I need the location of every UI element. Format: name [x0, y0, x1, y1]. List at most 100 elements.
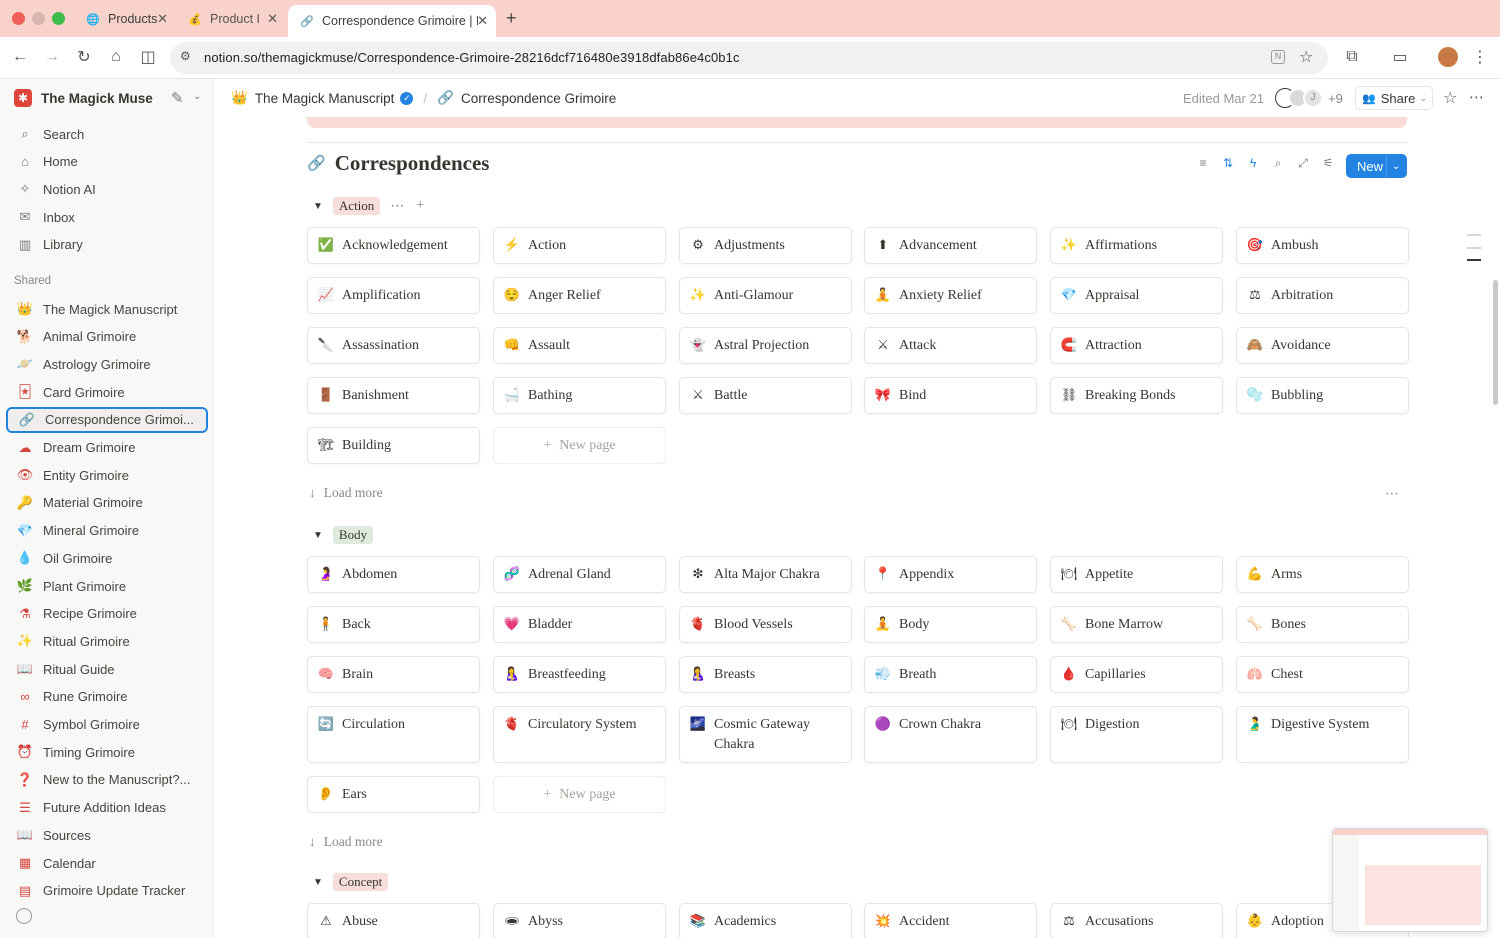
database-card[interactable]: 🎯 Ambush — [1236, 227, 1409, 264]
sidebar-page-7[interactable]: 👁 Entity Grimoire — [6, 462, 208, 488]
sidebar-item-library[interactable]: ▥ Library — [6, 232, 208, 258]
database-card[interactable]: 🍽 Appetite — [1050, 556, 1223, 593]
database-card[interactable]: 🚪 Banishment — [307, 377, 480, 414]
breadcrumb-current[interactable]: Correspondence Grimoire — [461, 91, 616, 106]
sidebar-page-13[interactable]: ✨ Ritual Grimoire — [6, 628, 208, 654]
database-card[interactable]: 🧠 Brain — [307, 656, 480, 693]
settings-icon[interactable]: ⚟ — [1320, 155, 1336, 171]
scrollbar-track[interactable] — [1491, 79, 1500, 938]
database-card[interactable]: ⚔ Attack — [864, 327, 1037, 364]
more-icon[interactable]: ⋯ — [390, 198, 404, 215]
database-card[interactable]: ⚙ Adjustments — [679, 227, 852, 264]
close-window-button[interactable] — [12, 12, 25, 25]
database-card[interactable]: ⚡ Action — [493, 227, 666, 264]
database-card[interactable]: 🍽 Digestion — [1050, 706, 1223, 763]
database-card[interactable]: ✨ Affirmations — [1050, 227, 1223, 264]
database-card[interactable]: 🧬 Adrenal Gland — [493, 556, 666, 593]
database-card[interactable]: 💪 Arms — [1236, 556, 1409, 593]
database-card[interactable]: ⛓ Breaking Bonds — [1050, 377, 1223, 414]
database-card[interactable]: 🧘 Anxiety Relief — [864, 277, 1037, 314]
breadcrumb-parent[interactable]: The Magick Manuscript — [255, 91, 395, 106]
browser-tab-correspondence[interactable]: 🔗 Correspondence Grimoire | N ✕ — [288, 5, 496, 37]
forward-icon[interactable]: → — [42, 47, 62, 67]
sidebar-page-11[interactable]: 🌿 Plant Grimoire — [6, 573, 208, 599]
collaborator-avatars[interactable]: J — [1275, 88, 1335, 108]
sidebar-page-1[interactable]: 👑 The Magick Manuscript — [6, 296, 208, 322]
automation-icon[interactable]: ϟ — [1245, 155, 1261, 171]
sidebar-page-8[interactable]: 🔑 Material Grimoire — [6, 490, 208, 516]
sidebar-page-16[interactable]: # Symbol Grimoire — [6, 712, 208, 738]
load-more-button[interactable]: ↓ Load more — [307, 834, 383, 850]
address-bar[interactable]: ⚙ notion.so/themagickmuse/Correspondence… — [170, 42, 1328, 74]
close-tab-icon[interactable]: ✕ — [477, 13, 488, 29]
database-card[interactable]: 📍 Appendix — [864, 556, 1037, 593]
group-tag[interactable]: Concept — [332, 873, 389, 891]
database-card[interactable]: 👂 Ears — [307, 776, 480, 813]
sidebar-page-9[interactable]: 💎 Mineral Grimoire — [6, 518, 208, 544]
database-card[interactable]: 🤰 Abdomen — [307, 556, 480, 593]
database-card[interactable]: 🙈 Avoidance — [1236, 327, 1409, 364]
database-card[interactable]: 💎 Appraisal — [1050, 277, 1223, 314]
chevron-down-icon[interactable]: ⌄ — [193, 91, 201, 102]
home-icon[interactable]: ⌂ — [106, 47, 126, 67]
sidebar-item-search[interactable]: ⌕ Search — [6, 121, 208, 147]
sidebar-item-inbox[interactable]: ✉ Inbox — [6, 204, 208, 230]
share-button[interactable]: 👥 Share ⌄ — [1355, 86, 1433, 110]
new-entry-button[interactable]: New ⌄ — [1346, 154, 1407, 178]
database-card[interactable]: 🔄 Circulation — [307, 706, 480, 763]
reload-icon[interactable]: ↻ — [74, 47, 94, 67]
maximize-window-button[interactable] — [52, 12, 65, 25]
database-card[interactable]: 🧍 Back — [307, 606, 480, 643]
database-card[interactable]: 🤱 Breasts — [679, 656, 852, 693]
database-card[interactable]: 💨 Breath — [864, 656, 1037, 693]
sort-icon[interactable]: ⇅ — [1220, 155, 1236, 171]
collapse-triangle-icon[interactable]: ▼ — [313, 201, 323, 212]
database-card[interactable]: 🛁 Bathing — [493, 377, 666, 414]
close-tab-icon[interactable]: ✕ — [157, 11, 168, 27]
group-tag[interactable]: Body — [332, 526, 374, 544]
sidebar-page-2[interactable]: 🐕 Animal Grimoire — [6, 324, 208, 350]
database-card[interactable]: 📚 Academics — [679, 903, 852, 938]
database-card[interactable]: 🫁 Chest — [1236, 656, 1409, 693]
scrollbar-thumb[interactable] — [1493, 280, 1498, 405]
sidebar-page-18[interactable]: ❓ New to the Manuscript?... — [6, 767, 208, 793]
database-card[interactable]: ⚠ Abuse — [307, 903, 480, 938]
database-title-text[interactable]: Correspondences — [335, 151, 490, 176]
chevron-down-icon[interactable]: ⌄ — [1387, 161, 1400, 172]
group-tag[interactable]: Action — [332, 197, 381, 215]
database-card[interactable]: 💗 Bladder — [493, 606, 666, 643]
favorite-star-icon[interactable]: ☆ — [1443, 88, 1457, 108]
database-card[interactable]: 🤱 Breastfeeding — [493, 656, 666, 693]
profile-avatar[interactable] — [1438, 47, 1458, 67]
sidebar-item-home[interactable]: ⌂ Home — [6, 149, 208, 175]
sidebar-page-19[interactable]: ☰ Future Addition Ideas — [6, 795, 208, 821]
close-tab-icon[interactable]: ✕ — [267, 11, 278, 27]
more-icon[interactable]: ⋯ — [1469, 88, 1484, 106]
database-card[interactable]: ⬆ Advancement — [864, 227, 1037, 264]
database-card[interactable]: 💥 Accident — [864, 903, 1037, 938]
collapse-triangle-icon[interactable]: ▼ — [313, 530, 323, 541]
sidebar-page-15[interactable]: ∞ Rune Grimoire — [6, 684, 208, 710]
database-card[interactable]: 🩸 Capillaries — [1050, 656, 1223, 693]
new-page-button[interactable]: + New page — [493, 776, 666, 813]
collaborator-count[interactable]: +9 — [1328, 91, 1343, 106]
database-card[interactable]: 🟣 Crown Chakra — [864, 706, 1037, 763]
help-icon[interactable] — [16, 908, 32, 924]
back-icon[interactable]: ← — [10, 47, 30, 67]
sidebar-page-5[interactable]: 🔗 Correspondence Grimoi... — [6, 406, 208, 433]
expand-icon[interactable]: ⤢ — [1295, 155, 1311, 171]
database-card[interactable]: ❇ Alta Major Chakra — [679, 556, 852, 593]
sidebar-page-10[interactable]: 💧 Oil Grimoire — [6, 545, 208, 571]
sidebar-page-4[interactable]: 🃏 Card Grimoire — [6, 379, 208, 405]
sidebar-page-17[interactable]: ⏰ Timing Grimoire — [6, 739, 208, 765]
new-tab-icon[interactable]: + — [506, 8, 517, 29]
minimize-window-button[interactable] — [32, 12, 45, 25]
outline-marker[interactable] — [1467, 234, 1481, 236]
database-card[interactable]: 🧲 Attraction — [1050, 327, 1223, 364]
database-card[interactable]: 🫀 Blood Vessels — [679, 606, 852, 643]
database-card[interactable]: ⚔ Battle — [679, 377, 852, 414]
sidebar-page-3[interactable]: 🪐 Astrology Grimoire — [6, 351, 208, 377]
database-card[interactable]: ✨ Anti-Glamour — [679, 277, 852, 314]
database-card[interactable]: 😌 Anger Relief — [493, 277, 666, 314]
database-card[interactable]: 👊 Assault — [493, 327, 666, 364]
